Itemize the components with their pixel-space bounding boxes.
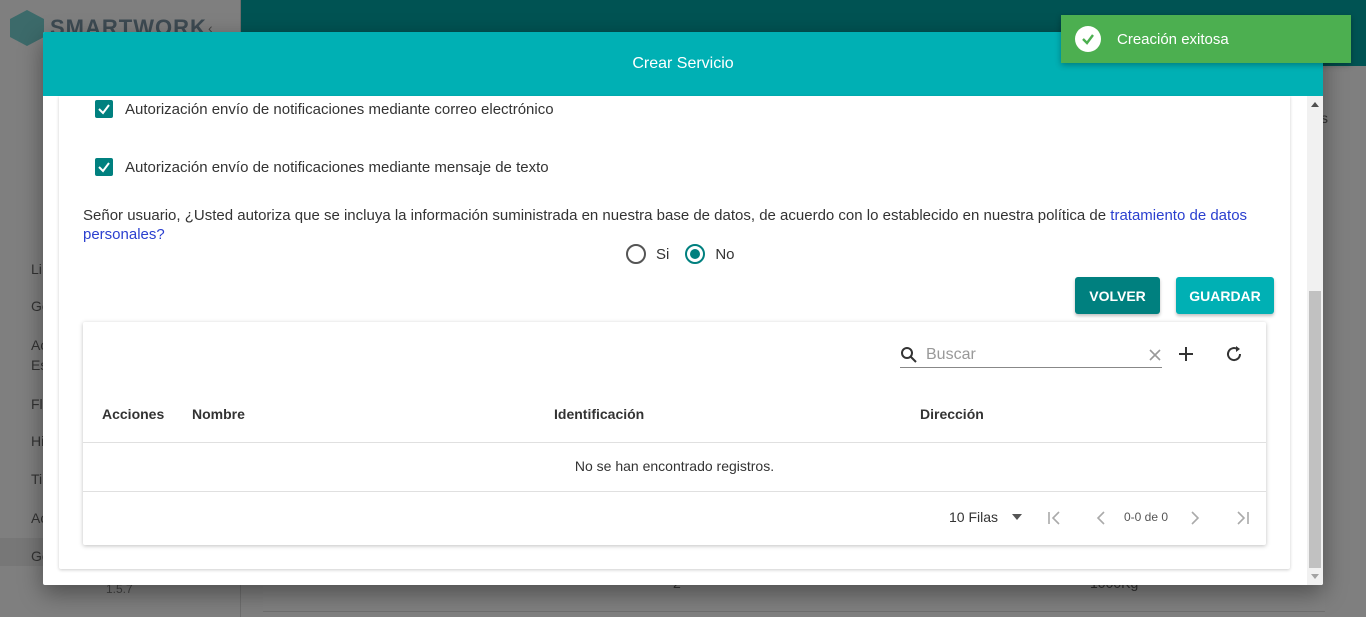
footer-divider <box>83 491 1266 492</box>
check-circle-icon <box>1075 26 1101 52</box>
sidebar-item[interactable]: Ti <box>31 471 42 487</box>
column-header-actions[interactable]: Acciones <box>102 406 164 422</box>
column-header-address[interactable]: Dirección <box>920 406 984 422</box>
checkbox-label: Autorización envío de notificaciones med… <box>125 158 549 176</box>
radio-no[interactable] <box>685 244 706 264</box>
scroll-thumb[interactable] <box>1309 291 1321 568</box>
refresh-icon[interactable] <box>1222 342 1246 366</box>
email-notification-checkbox-row[interactable]: Autorización envío de notificaciones med… <box>95 100 554 118</box>
sms-notification-checkbox-row[interactable]: Autorización envío de notificaciones med… <box>95 158 549 176</box>
sidebar-item[interactable]: Li <box>31 261 42 277</box>
checkbox-label: Autorización envío de notificaciones med… <box>125 100 554 118</box>
bg-divider <box>263 611 1325 612</box>
back-button[interactable]: VOLVER <box>1075 277 1160 314</box>
consent-text: Señor usuario, ¿Usted autoriza que se in… <box>83 206 1273 244</box>
search-input[interactable] <box>926 345 1148 364</box>
dialog-scrollbar[interactable] <box>1307 96 1323 585</box>
dropdown-arrow-icon <box>1012 514 1023 520</box>
radio-si[interactable] <box>626 244 646 264</box>
dialog-title: Crear Servicio <box>632 55 734 72</box>
create-service-dialog: Crear Servicio Autorización envío de not… <box>43 32 1323 585</box>
scroll-down-icon[interactable] <box>1311 574 1319 579</box>
success-toast: Creación exitosa <box>1061 15 1351 63</box>
column-header-name[interactable]: Nombre <box>192 406 245 422</box>
records-table: Acciones Nombre Identificación Dirección… <box>83 322 1266 545</box>
search-icon <box>901 346 917 363</box>
logo-hex-icon <box>10 10 44 46</box>
column-header-identification[interactable]: Identificación <box>554 406 644 422</box>
checkbox-checked-icon[interactable] <box>95 158 113 176</box>
radio-label-no: No <box>715 245 735 263</box>
consent-question: Señor usuario, ¿Usted autoriza que se in… <box>83 207 1111 224</box>
consent-radio-group: Si No <box>626 244 751 264</box>
pagination-range: 0-0 de 0 <box>1124 510 1169 524</box>
search-field <box>900 342 1162 368</box>
header-divider <box>83 442 1266 443</box>
radio-label-si: Si <box>656 245 670 263</box>
save-button[interactable]: GUARDAR <box>1176 277 1274 314</box>
checkbox-checked-icon[interactable] <box>95 100 113 118</box>
next-page-icon[interactable] <box>1185 508 1205 528</box>
toast-message: Creación exitosa <box>1117 30 1229 48</box>
rows-per-page-value: 10 Filas <box>949 509 999 525</box>
rows-per-page-select[interactable]: 10 Filas <box>949 509 1023 525</box>
sidebar-item[interactable]: Fl <box>31 396 43 412</box>
last-page-icon[interactable] <box>1233 508 1253 528</box>
empty-message: No se han encontrado registros. <box>574 458 775 474</box>
previous-page-icon[interactable] <box>1091 508 1111 528</box>
first-page-icon[interactable] <box>1044 508 1064 528</box>
dialog-body: Autorización envío de notificaciones med… <box>59 96 1290 569</box>
clear-search-icon[interactable] <box>1148 348 1162 362</box>
add-icon[interactable] <box>1174 342 1198 366</box>
scroll-up-icon[interactable] <box>1311 102 1319 107</box>
